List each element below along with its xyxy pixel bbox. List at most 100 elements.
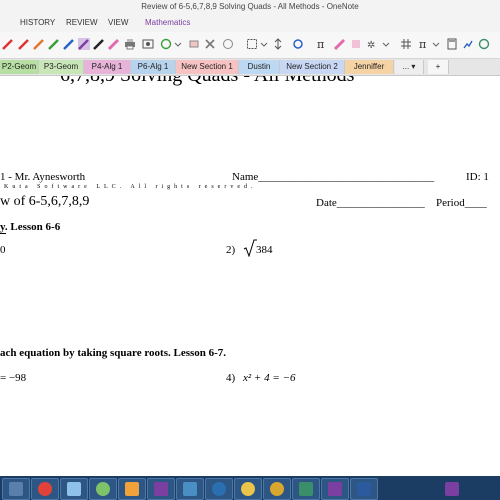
section2-header: ach equation by taking square roots. Les… bbox=[0, 347, 227, 359]
menu-view[interactable]: VIEW bbox=[108, 18, 128, 27]
dropdown-arrow-icon[interactable] bbox=[258, 38, 270, 50]
taskbar-app-lens[interactable] bbox=[205, 478, 233, 500]
tab-label: Dustin bbox=[247, 62, 271, 71]
highlighter-icon[interactable] bbox=[334, 38, 346, 50]
windows-taskbar bbox=[0, 476, 500, 500]
taskbar-app-paint[interactable] bbox=[60, 478, 88, 500]
word-icon bbox=[357, 482, 371, 496]
copyright-line: Kuta Software LLC. All rights reserved. bbox=[4, 184, 257, 190]
svg-text:✲: ✲ bbox=[367, 40, 375, 50]
shape-circle-icon[interactable] bbox=[222, 38, 234, 50]
tab-new-section-2[interactable]: New Section 2 bbox=[280, 60, 345, 74]
onenote-page[interactable]: 6,7,8,9 Solving Quads - All Methods 1 - … bbox=[0, 76, 500, 476]
pen-red-icon[interactable] bbox=[2, 38, 14, 50]
section-tabs: P2-Geom P3-Geom P4-Alg 1 P6-Alg 1 New Se… bbox=[0, 59, 500, 76]
geogebra-icon bbox=[241, 482, 255, 496]
sparkle-icon[interactable]: ✲ bbox=[366, 38, 378, 50]
class-line: 1 - Mr. Aynesworth bbox=[0, 171, 86, 183]
question-4-equation: x² + 4 = −6 bbox=[243, 372, 296, 384]
select-box-icon[interactable] bbox=[246, 38, 258, 50]
tab-label: Jenniffer bbox=[353, 62, 385, 71]
tab-label: New Section 1 bbox=[181, 62, 233, 71]
taskbar-app-11[interactable] bbox=[292, 478, 320, 500]
question-1-partial: 0 bbox=[0, 244, 6, 256]
tab-label: New Section 2 bbox=[286, 62, 338, 71]
app-icon bbox=[299, 482, 313, 496]
onenote-icon bbox=[154, 482, 168, 496]
menu-history[interactable]: HISTORY bbox=[20, 18, 55, 27]
period-field-label: Period____ bbox=[436, 197, 487, 209]
pen-purple-icon[interactable] bbox=[78, 38, 90, 50]
onenote-icon bbox=[328, 482, 342, 496]
id-label: ID: 1 bbox=[466, 171, 489, 183]
start-button[interactable] bbox=[2, 478, 30, 500]
delete-icon[interactable] bbox=[204, 38, 216, 50]
grid-icon[interactable] bbox=[400, 38, 412, 50]
tab-p2-geom[interactable]: P2-Geom bbox=[0, 60, 39, 74]
insert-space-icon[interactable] bbox=[272, 38, 284, 50]
calculator-icon[interactable] bbox=[446, 38, 458, 50]
windows-logo-icon bbox=[9, 482, 23, 496]
lens-icon bbox=[212, 482, 226, 496]
eraser-icon[interactable] bbox=[188, 38, 200, 50]
chrome-icon bbox=[38, 482, 52, 496]
taskbar-app-onenote[interactable] bbox=[147, 478, 175, 500]
fill-icon[interactable] bbox=[350, 38, 362, 50]
taskbar-app-chrome-2[interactable] bbox=[263, 478, 291, 500]
pen-red-icon[interactable] bbox=[18, 38, 30, 50]
system-tray[interactable] bbox=[440, 478, 498, 500]
media-icon bbox=[125, 482, 139, 496]
tab-p3-geom[interactable]: P3-Geom bbox=[39, 60, 84, 74]
pi-symbol-icon[interactable]: π bbox=[316, 38, 328, 50]
tab-more[interactable]: ... ▾ bbox=[395, 60, 424, 74]
taskbar-app-media[interactable] bbox=[118, 478, 146, 500]
tab-label: + bbox=[435, 62, 441, 71]
taskbar-app-word[interactable] bbox=[350, 478, 378, 500]
paint-icon bbox=[67, 482, 81, 496]
ribbon-menu-bar: HISTORY REVIEW VIEW Mathematics bbox=[0, 14, 500, 32]
taskbar-app-chrome[interactable] bbox=[31, 478, 59, 500]
tab-p6-alg-1[interactable]: P6-Alg 1 bbox=[131, 60, 176, 74]
radical-sign-icon bbox=[243, 239, 257, 257]
geogebra-icon bbox=[96, 482, 110, 496]
pen-green-icon[interactable] bbox=[48, 38, 60, 50]
tab-add-section[interactable]: + bbox=[428, 60, 449, 74]
question-2-number: 2) bbox=[226, 244, 236, 256]
tab-label: P3-Geom bbox=[43, 62, 79, 71]
tab-dustin[interactable]: Dustin bbox=[239, 60, 280, 74]
question-3-partial: = −98 bbox=[0, 372, 27, 384]
dropdown-arrow-icon[interactable] bbox=[172, 38, 184, 50]
screen-clip-icon[interactable] bbox=[142, 38, 154, 50]
shapes-icon[interactable] bbox=[478, 38, 490, 50]
menu-mathematics[interactable]: Mathematics bbox=[145, 18, 190, 27]
taskbar-app-geogebra[interactable] bbox=[89, 478, 117, 500]
svg-text:π: π bbox=[419, 38, 426, 50]
taskbar-app-calculator[interactable] bbox=[176, 478, 204, 500]
section1-header: y. Lesson 6-6 bbox=[0, 221, 61, 233]
tab-p4-alg-1[interactable]: P4-Alg 1 bbox=[84, 60, 131, 74]
menu-review[interactable]: REVIEW bbox=[66, 18, 98, 27]
name-field-label: Name________________________________ bbox=[232, 171, 435, 183]
date-field-label: Date________________ bbox=[316, 197, 425, 209]
tab-label: P2-Geom bbox=[1, 62, 37, 71]
rotate-icon[interactable] bbox=[292, 38, 304, 50]
pen-black-icon[interactable] bbox=[93, 38, 105, 50]
tray-icon bbox=[445, 482, 459, 496]
taskbar-app-geogebra-2[interactable] bbox=[234, 478, 262, 500]
highlighter-pink-icon[interactable] bbox=[108, 38, 120, 50]
dropdown-arrow-icon[interactable] bbox=[380, 38, 392, 50]
radical-bar-q1 bbox=[0, 233, 6, 234]
taskbar-app-onenote-2[interactable] bbox=[321, 478, 349, 500]
printer-icon[interactable] bbox=[124, 38, 136, 50]
window-title: Review of 6-5,6,7,8,9 Solving Quads - Al… bbox=[141, 2, 359, 11]
pen-orange-icon[interactable] bbox=[33, 38, 45, 50]
pi-insert-icon[interactable]: π bbox=[418, 38, 430, 50]
graph-icon[interactable] bbox=[462, 38, 474, 50]
question-2-radicand: 384 bbox=[256, 244, 273, 256]
dropdown-arrow-icon[interactable] bbox=[430, 38, 442, 50]
pen-blue-icon[interactable] bbox=[63, 38, 75, 50]
tab-new-section-1[interactable]: New Section 1 bbox=[176, 60, 239, 74]
page-title[interactable]: 6,7,8,9 Solving Quads - All Methods bbox=[60, 76, 354, 87]
lasso-icon[interactable] bbox=[160, 38, 172, 50]
tab-jenniffer[interactable]: Jenniffer bbox=[345, 60, 394, 74]
